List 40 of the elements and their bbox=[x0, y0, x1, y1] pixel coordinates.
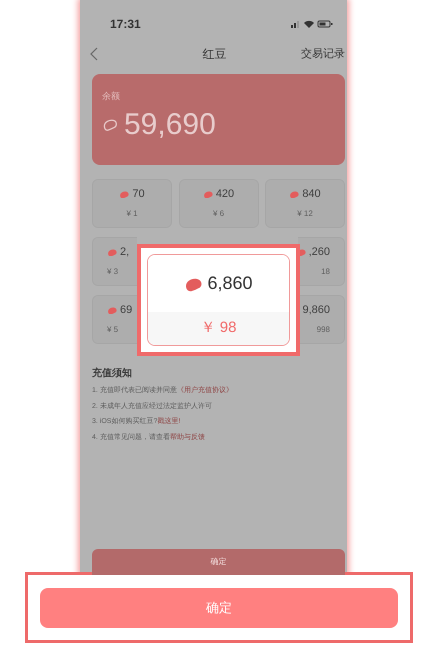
confirm-button[interactable]: 确定 bbox=[92, 549, 345, 575]
price: ¥ 1 bbox=[126, 208, 138, 220]
transaction-history-link[interactable]: 交易记录 bbox=[301, 46, 345, 62]
price: ¥ 6 bbox=[212, 208, 224, 220]
bean-amount: 6,860 bbox=[207, 272, 253, 295]
price: ¥ 3 bbox=[107, 266, 118, 278]
bean-amount: 9,860 bbox=[302, 302, 330, 318]
bean-amount: 2, bbox=[120, 244, 130, 260]
price: 998 bbox=[316, 324, 330, 336]
bean-outline-icon bbox=[102, 118, 118, 131]
bean-icon bbox=[107, 248, 118, 256]
page-title: 红豆 bbox=[202, 46, 228, 63]
package-card[interactable]: 420 ¥ 6 bbox=[178, 179, 258, 228]
status-icons bbox=[291, 19, 333, 29]
back-icon[interactable] bbox=[90, 47, 98, 61]
bean-icon bbox=[289, 190, 300, 198]
bean-amount: 69 bbox=[120, 302, 132, 318]
price: ¥ 12 bbox=[297, 208, 313, 220]
balance-amount: 59,690 bbox=[124, 110, 216, 140]
package-card[interactable]: ,260 18 bbox=[298, 237, 345, 286]
price: ￥ 98 bbox=[200, 318, 236, 338]
package-card[interactable]: 9,860 998 bbox=[298, 295, 345, 344]
package-card[interactable]: 2, ¥ 3 bbox=[92, 237, 137, 286]
balance-label: 余额 bbox=[102, 90, 121, 103]
bean-amount: 70 bbox=[132, 186, 145, 202]
price: 18 bbox=[321, 266, 330, 278]
selected-package-card[interactable]: 6,860 ￥ 98 bbox=[147, 254, 290, 346]
package-card[interactable]: 69 ¥ 5 bbox=[92, 295, 137, 344]
price: ¥ 5 bbox=[107, 324, 118, 336]
package-card[interactable]: 70 ¥ 1 bbox=[92, 179, 172, 228]
status-time: 17:31 bbox=[110, 16, 141, 33]
bean-icon bbox=[119, 190, 130, 198]
package-card[interactable]: 840 ¥ 12 bbox=[265, 179, 345, 228]
confirm-button[interactable]: 确定 bbox=[40, 588, 398, 628]
bean-amount: 840 bbox=[302, 186, 321, 202]
bean-icon bbox=[202, 190, 214, 198]
bean-amount: 420 bbox=[216, 186, 234, 202]
bean-amount: ,260 bbox=[308, 244, 330, 260]
bean-icon bbox=[107, 306, 118, 314]
notice-title: 充值须知 bbox=[92, 366, 133, 381]
